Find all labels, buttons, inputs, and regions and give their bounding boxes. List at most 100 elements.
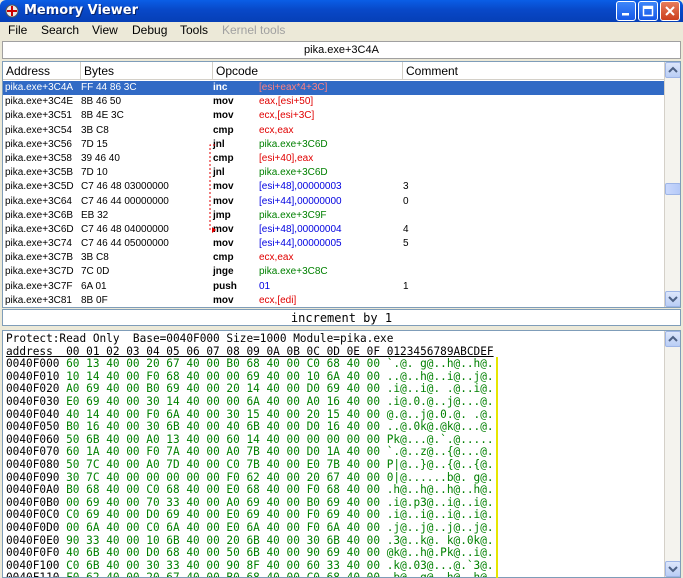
- disasm-row[interactable]: pika.exe+3C6B EB 32 jmp pika.exe+3C9F: [3, 209, 665, 223]
- hex-line-bytes: 50 6B 40 00 A0 13 40 00 60 14 40 00 00 0…: [66, 432, 381, 446]
- disasm-row[interactable]: pika.exe+3C54 3B C8 cmp ecx,eax: [3, 124, 665, 138]
- hex-line-address: 0040F0E0: [6, 533, 60, 547]
- hex-line-bytes: 60 1A 40 00 F0 7A 40 00 A0 7B 40 00 D0 1…: [66, 445, 381, 459]
- disassembler-view[interactable]: Address Bytes Opcode Comment pika.exe+3C…: [2, 61, 681, 308]
- disasm-row[interactable]: pika.exe+3C5B 7D 10 jnl pika.exe+3C6D: [3, 166, 665, 180]
- menu-tools[interactable]: Tools: [180, 23, 208, 37]
- row-operands: [esi+44],00000000: [259, 195, 342, 207]
- hex-line-bytes: 40 14 40 00 F0 6A 40 00 30 15 40 00 20 1…: [66, 407, 381, 421]
- scroll-up-button[interactable]: [665, 62, 680, 78]
- row-address: pika.exe+3C56: [5, 138, 72, 150]
- row-comment: 5: [403, 238, 409, 250]
- column-header-comment[interactable]: Comment: [403, 62, 665, 80]
- disasm-row[interactable]: pika.exe+3C56 7D 15 jnl pika.exe+3C6D: [3, 138, 665, 152]
- scroll-down-button[interactable]: [665, 291, 680, 307]
- disassembly-rows: pika.exe+3C4A FF 44 86 3C inc [esi+eax*4+3C…: [3, 81, 665, 307]
- row-address: pika.exe+3C5B: [5, 167, 74, 179]
- disasm-scrollbar[interactable]: [664, 62, 680, 307]
- hex-line-bytes: B0 16 40 00 30 6B 40 00 40 6B 40 00 D0 1…: [66, 420, 381, 434]
- hex-line-ascii: ..@..h@..i@..j@.: [386, 369, 494, 383]
- hex-line-ascii: .b@. g@..h@..h@.: [386, 571, 494, 578]
- hex-line-ascii: @k@..h@.Pk@..i@.: [386, 546, 494, 560]
- hex-line-ascii: .k@.03@...@.`3@.: [386, 558, 494, 572]
- disasm-row[interactable]: pika.exe+3C5D C7 46 48 03000000 mov [esi+48…: [3, 180, 665, 194]
- menu-debug[interactable]: Debug: [132, 23, 167, 37]
- row-operands: ecx,[esi+3C]: [259, 110, 315, 122]
- hex-scroll-up-button[interactable]: [665, 331, 680, 347]
- hex-line-ascii: `.@..z@..{@...@.: [386, 445, 494, 459]
- menu-search[interactable]: Search: [41, 23, 79, 37]
- ascii-column-cursor: [496, 357, 498, 578]
- disasm-row[interactable]: pika.exe+3C6D C7 46 48 04000000 mov [esi+48…: [3, 223, 665, 237]
- disasm-row[interactable]: pika.exe+3C64 C7 46 44 00000000 mov [esi+44…: [3, 195, 665, 209]
- hex-scrollbar[interactable]: [664, 331, 680, 577]
- hex-line-ascii: .3@..k@. k@.0k@.: [386, 533, 494, 547]
- menu-bar: File Search View Debug Tools Kernel tool…: [0, 22, 683, 40]
- disasm-row[interactable]: pika.exe+3C81 8B 0F mov ecx,[edi]: [3, 294, 665, 307]
- title-bar: Memory Viewer: [0, 0, 683, 22]
- minimize-icon: [622, 13, 629, 16]
- row-address: pika.exe+3C4E: [5, 96, 74, 108]
- hex-view[interactable]: Protect:Read Only Base=0040F000 Size=100…: [2, 330, 681, 578]
- hex-line[interactable]: 0040F110 F0 62 40 00 20 67 40 00 B0 68 4…: [6, 571, 494, 578]
- hex-line-address: 0040F090: [6, 470, 60, 484]
- row-bytes: 7C 0D: [81, 266, 110, 278]
- hex-line-address: 0040F070: [6, 445, 60, 459]
- row-bytes: 7D 15: [81, 138, 108, 150]
- column-header-bytes[interactable]: Bytes: [81, 62, 213, 80]
- row-operands: ecx,eax: [259, 124, 294, 136]
- jump-arrow: [209, 144, 216, 233]
- hex-line-bytes: E0 69 40 00 30 14 40 00 00 6A 40 00 A0 1…: [66, 395, 381, 408]
- scroll-thumb[interactable]: [665, 183, 680, 195]
- row-bytes: C7 46 48 04000000: [81, 223, 169, 235]
- scroll-up-icon: [668, 335, 678, 342]
- row-comment: 3: [403, 181, 409, 193]
- menu-file[interactable]: File: [8, 23, 27, 37]
- disasm-row[interactable]: pika.exe+3C4A FF 44 86 3C inc [esi+eax*4+3C…: [3, 81, 665, 96]
- menu-kernel-tools[interactable]: Kernel tools: [222, 23, 285, 37]
- hex-line-ascii: .j@..j@..j@..j@.: [386, 521, 494, 534]
- hex-line-address: 0040F030: [6, 395, 60, 408]
- row-bytes: 7D 10: [81, 167, 108, 179]
- row-operands: ecx,eax: [259, 252, 294, 264]
- row-address: pika.exe+3C51: [5, 110, 72, 122]
- disasm-row[interactable]: pika.exe+3C7B 3B C8 cmp ecx,eax: [3, 251, 665, 265]
- row-address: pika.exe+3C54: [5, 124, 72, 136]
- row-address: pika.exe+3C4A: [5, 82, 74, 93]
- hex-line-bytes: 00 69 40 00 70 33 40 00 A0 69 40 00 B0 6…: [66, 495, 381, 509]
- row-comment: 4: [403, 223, 409, 235]
- hex-scroll-down-button[interactable]: [665, 561, 680, 577]
- hex-line-address: 0040F0D0: [6, 521, 60, 534]
- column-header-address[interactable]: Address: [3, 62, 81, 80]
- row-operands: [esi+44],00000005: [259, 238, 342, 250]
- row-operands: pika.exe+3C9F: [259, 209, 327, 221]
- disasm-row[interactable]: pika.exe+3C51 8B 4E 3C mov ecx,[esi+3C]: [3, 109, 665, 123]
- row-bytes: EB 32: [81, 209, 109, 221]
- row-bytes: C7 46 44 05000000: [81, 238, 169, 250]
- hex-line-bytes: 40 6B 40 00 D0 68 40 00 50 6B 40 00 90 6…: [66, 546, 381, 560]
- scroll-down-icon: [668, 296, 678, 303]
- increment-label: increment by 1: [290, 311, 393, 325]
- row-address: pika.exe+3C7F: [5, 280, 73, 292]
- minimize-button[interactable]: [616, 1, 636, 21]
- row-address: pika.exe+3C81: [5, 294, 72, 306]
- scroll-down-icon: [668, 566, 678, 573]
- hex-line-bytes: 00 6A 40 00 C0 6A 40 00 E0 6A 40 00 F0 6…: [66, 521, 381, 534]
- hex-line-ascii: Pk@...@.`.@.....: [386, 432, 494, 446]
- row-operands: [esi+40],eax: [259, 152, 314, 164]
- maximize-button[interactable]: [638, 1, 658, 21]
- disasm-row[interactable]: pika.exe+3C4E 8B 46 50 mov eax,[esi+50]: [3, 95, 665, 109]
- maximize-icon: [642, 5, 654, 17]
- hex-line-address: 0040F110: [6, 571, 60, 578]
- disasm-row[interactable]: pika.exe+3C58 39 46 40 cmp [esi+40],eax: [3, 152, 665, 166]
- disasm-row[interactable]: pika.exe+3C7D 7C 0D jnge pika.exe+3C8C: [3, 265, 665, 279]
- hex-line-address: 0040F080: [6, 458, 60, 471]
- row-operands: pika.exe+3C8C: [259, 266, 328, 278]
- hex-line-address: 0040F010: [6, 369, 60, 383]
- disasm-row[interactable]: pika.exe+3C74 C7 46 44 05000000 mov [esi+44…: [3, 237, 665, 251]
- menu-view[interactable]: View: [92, 23, 118, 37]
- column-header-opcode[interactable]: Opcode: [213, 62, 403, 80]
- disasm-row[interactable]: pika.exe+3C7F 6A 01 push 01 1: [3, 280, 665, 294]
- close-button[interactable]: [660, 1, 680, 21]
- row-bytes: FF 44 86 3C: [81, 82, 137, 93]
